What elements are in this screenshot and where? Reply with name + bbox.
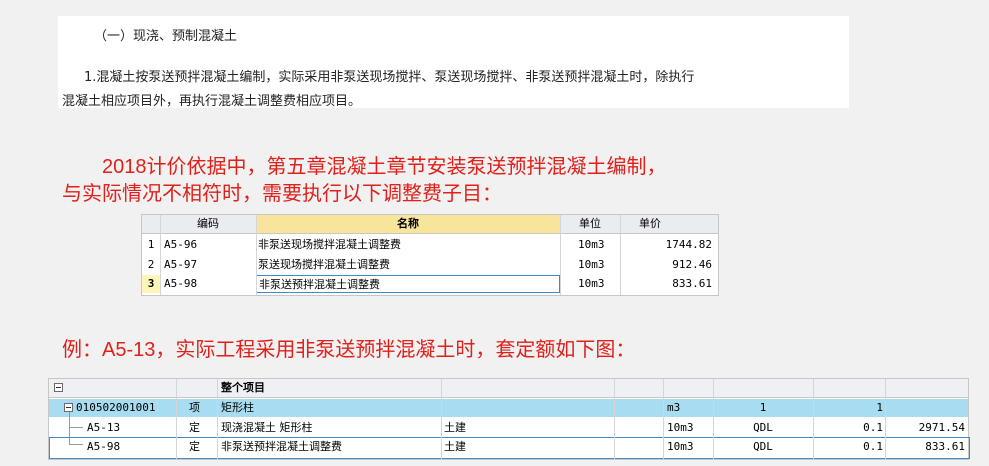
name-cell[interactable]: 非泵送预拌混凝土调整费 <box>221 438 441 456</box>
column-divider <box>160 215 161 295</box>
column-divider <box>560 215 561 295</box>
qty-cell[interactable]: 0.1 <box>813 438 883 456</box>
table-row[interactable]: 1 A5-96 非泵送现场搅拌混凝土调整费 10m3 1744.82 <box>142 236 718 254</box>
code-cell[interactable]: A5-96 <box>164 236 256 254</box>
name-cell[interactable]: 矩形柱 <box>221 399 421 417</box>
column-divider <box>663 379 664 459</box>
code-cell[interactable]: A5-98 <box>164 275 256 293</box>
section-heading: （一）现浇、预制混凝土 <box>94 29 238 44</box>
name-column-header[interactable]: 名称 <box>256 215 560 233</box>
column-divider <box>256 215 257 295</box>
qty-expr-cell[interactable]: 1 <box>713 399 813 417</box>
type-cell[interactable]: 项 <box>189 399 213 417</box>
adjustment-fee-table: 编码 名称 单位 单价 1 A5-96 非泵送现场搅拌混凝土调整费 10m3 1… <box>141 214 719 296</box>
total-cell[interactable] <box>887 399 965 417</box>
qty-expr-cell[interactable]: QDL <box>713 419 813 437</box>
row-number-header <box>142 215 160 233</box>
table-header-row: 编码 名称 单位 单价 <box>142 215 718 234</box>
unit-column-header[interactable]: 单位 <box>560 215 620 233</box>
bill-item-row[interactable]: 010502001001 项 矩形柱 m3 1 1 <box>49 399 968 417</box>
note-line-2: 与实际情况不相符时，需要执行以下调整费子目： <box>62 183 502 205</box>
type-cell[interactable]: 定 <box>189 438 213 456</box>
column-divider <box>620 215 621 295</box>
column-divider <box>713 379 714 459</box>
column-divider <box>441 379 442 459</box>
code-cell[interactable]: 010502001001 <box>76 399 176 417</box>
total-cell[interactable]: 2971.54 <box>887 419 965 437</box>
code-column-header[interactable]: 编码 <box>160 215 256 233</box>
price-column-header[interactable]: 单价 <box>620 215 680 233</box>
column-divider <box>217 379 218 459</box>
price-cell[interactable]: 1744.82 <box>620 236 716 254</box>
column-divider <box>176 379 177 459</box>
qty-cell[interactable]: 0.1 <box>813 419 883 437</box>
quota-row[interactable]: A5-13 定 现浇混凝土 矩形柱 土建 10m3 QDL 0.1 2971.5… <box>49 419 968 437</box>
note-line-1: 2018计价依据中，第五章混凝土章节安装泵送预拌混凝土编制， <box>102 156 667 178</box>
collapse-icon[interactable] <box>54 383 63 392</box>
unit-cell[interactable]: 10m3 <box>578 275 620 293</box>
qty-expr-cell[interactable]: QDL <box>713 438 813 456</box>
collapse-icon[interactable] <box>64 403 73 412</box>
unit-cell[interactable]: 10m3 <box>667 438 707 456</box>
price-cell[interactable]: 833.61 <box>620 275 716 293</box>
name-cell[interactable]: 泵送现场搅拌混凝土调整费 <box>258 256 558 274</box>
code-cell[interactable]: A5-13 <box>87 419 177 437</box>
column-divider <box>614 379 615 459</box>
row-number: 3 <box>142 275 160 293</box>
discipline-cell[interactable]: 土建 <box>444 438 504 456</box>
name-cell[interactable]: 非泵送现场搅拌混凝土调整费 <box>258 236 558 254</box>
rule-text-line-2: 混凝土相应项目外，再执行混凝土调整费相应项目。 <box>62 94 362 109</box>
project-header-row[interactable]: 整个项目 <box>49 379 968 398</box>
column-divider <box>885 379 886 459</box>
quota-table: 整个项目 010502001001 项 矩形柱 m3 1 1 A5-13 定 现… <box>48 378 970 460</box>
discipline-cell[interactable]: 土建 <box>444 419 504 437</box>
unit-cell[interactable]: m3 <box>667 399 707 417</box>
rule-text-line-1: 1.混凝土按泵送预拌混凝土编制，实际采用非泵送现场搅拌、泵送现场搅拌、非泵送预拌… <box>84 70 695 85</box>
code-cell[interactable]: A5-98 <box>87 438 177 456</box>
name-cell-selected[interactable]: 非泵送预拌混凝土调整费 <box>256 275 560 293</box>
row-number: 2 <box>147 258 155 271</box>
table-row[interactable]: 2 A5-97 泵送现场搅拌混凝土调整费 10m3 912.46 <box>142 256 718 274</box>
quota-row-selected[interactable]: A5-98 定 非泵送预拌混凝土调整费 土建 10m3 QDL 0.1 833.… <box>49 437 970 459</box>
table-row-selected[interactable]: 3 A5-98 非泵送预拌混凝土调整费 10m3 833.61 <box>142 275 718 293</box>
type-cell[interactable]: 定 <box>189 419 213 437</box>
code-cell[interactable]: A5-97 <box>164 256 256 274</box>
project-title: 整个项目 <box>221 381 265 394</box>
qty-cell[interactable]: 1 <box>813 399 883 417</box>
discipline-cell[interactable] <box>444 399 504 417</box>
price-cell[interactable]: 912.46 <box>620 256 716 274</box>
example-note: 例：A5-13，实际工程采用非泵送预拌混凝土时，套定额如下图： <box>62 339 636 361</box>
total-cell[interactable]: 833.61 <box>887 438 965 456</box>
unit-cell[interactable]: 10m3 <box>578 236 620 254</box>
column-divider <box>813 379 814 459</box>
unit-cell[interactable]: 10m3 <box>578 256 620 274</box>
name-cell[interactable]: 现浇混凝土 矩形柱 <box>221 419 441 437</box>
row-number: 1 <box>147 238 155 251</box>
unit-cell[interactable]: 10m3 <box>667 419 707 437</box>
